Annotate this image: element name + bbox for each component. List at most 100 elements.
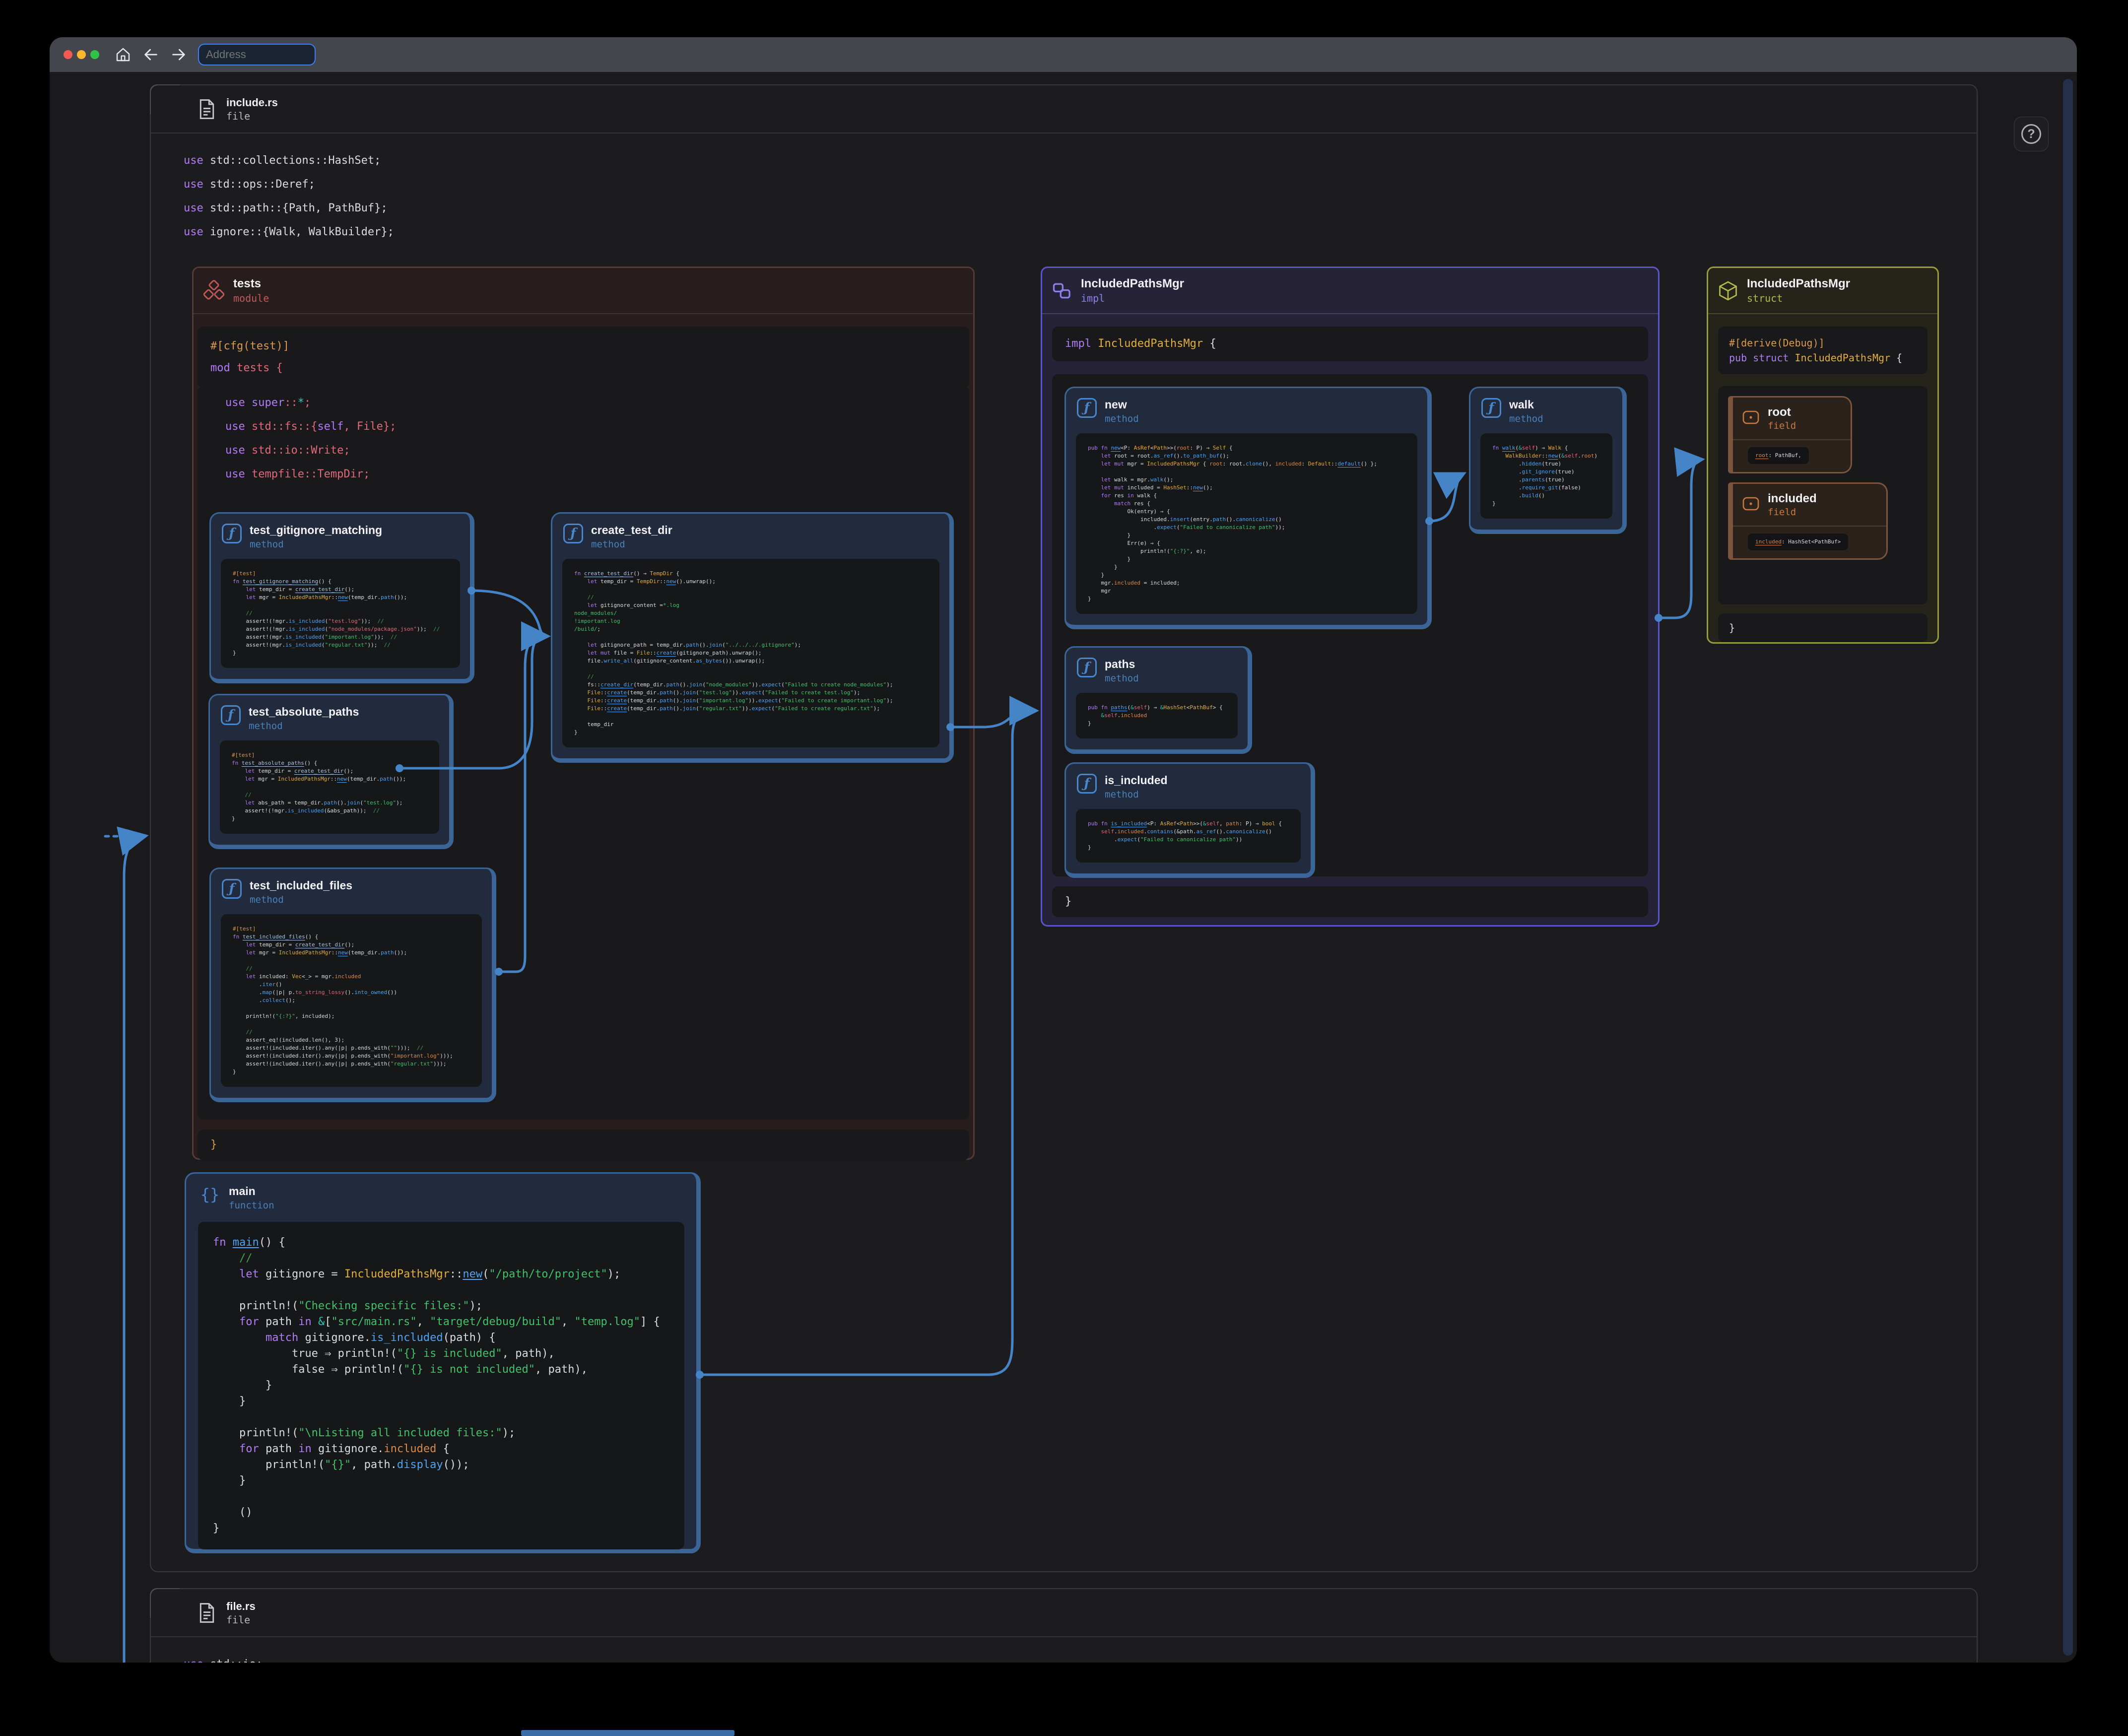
- forward-button[interactable]: [170, 46, 187, 63]
- method-node-test-gitignore-matching[interactable]: ƒ test_gitignore_matching method #[test]…: [209, 512, 474, 683]
- method-subtitle: method: [250, 894, 352, 905]
- bottom-edge-accent: [521, 1730, 734, 1736]
- struct-cube-icon: [1717, 280, 1739, 302]
- method-code: #[test]fn test_absolute_paths() { let te…: [220, 740, 439, 834]
- struct-header: IncludedPathsMgr struct: [1708, 268, 1937, 314]
- method-node-is-included[interactable]: ƒ is_included method pub fn is_included<…: [1064, 762, 1315, 878]
- module-subtitle: module: [233, 292, 269, 304]
- question-icon: ?: [2021, 124, 2041, 144]
- impl-node-includedpathsmgr[interactable]: IncludedPathsMgr impl impl IncludedPaths…: [1041, 267, 1660, 927]
- function-icon: ƒ: [1077, 774, 1097, 794]
- function-node-main[interactable]: {} main function fn main() { // let giti…: [185, 1172, 701, 1553]
- function-icon: ƒ: [222, 524, 242, 543]
- file-subtitle: file: [226, 1614, 256, 1626]
- method-title: create_test_dir: [591, 524, 672, 537]
- method-code: #[test]fn test_gitignore_matching() { le…: [221, 559, 460, 668]
- file-use-statements: use std::io;: [184, 1653, 263, 1663]
- close-window-button[interactable]: [64, 50, 72, 59]
- address-input[interactable]: [198, 44, 316, 66]
- method-title: new: [1105, 398, 1139, 411]
- module-header: tests module: [194, 268, 973, 314]
- method-code: pub fn new<P: AsRef<Path>>(root: P) → Se…: [1076, 433, 1417, 614]
- file-node-header: include.rs file: [151, 85, 1977, 134]
- method-title: paths: [1105, 658, 1139, 671]
- struct-node-includedpathsmgr[interactable]: IncludedPathsMgr struct #[derive(Debug)]…: [1707, 267, 1939, 644]
- back-button[interactable]: [142, 46, 159, 63]
- app-window: ? include.rs file use std::collections::…: [50, 37, 2077, 1663]
- field-icon: [1742, 496, 1760, 514]
- file-node-header: file.rs file: [151, 1589, 1977, 1637]
- method-subtitle: method: [591, 539, 672, 550]
- method-node-test-absolute-paths[interactable]: ƒ test_absolute_paths method #[test]fn t…: [208, 694, 454, 849]
- field-code-chip: included: HashSet<PathBuf>: [1748, 534, 1848, 550]
- method-node-create-test-dir[interactable]: ƒ create_test_dir method fn create_test_…: [551, 512, 954, 763]
- function-subtitle: function: [229, 1200, 274, 1211]
- file-title: file.rs: [226, 1600, 256, 1613]
- minimize-window-button[interactable]: [77, 50, 86, 59]
- file-title: include.rs: [226, 96, 278, 109]
- field-title: root: [1768, 405, 1796, 419]
- file-node-include-rs[interactable]: include.rs file use std::collections::Ha…: [150, 84, 1978, 1572]
- method-node-test-included-files[interactable]: ƒ test_included_files method #[test]fn t…: [209, 868, 496, 1102]
- struct-close-code: }: [1718, 613, 1928, 642]
- method-code: pub fn is_included<P: AsRef<Path>>(&self…: [1076, 809, 1301, 863]
- impl-subtitle: impl: [1081, 292, 1184, 304]
- method-title: is_included: [1105, 774, 1168, 787]
- struct-subtitle: struct: [1747, 292, 1850, 304]
- zoom-window-button[interactable]: [90, 50, 99, 59]
- mod-close-code: }: [198, 1130, 969, 1160]
- browser-chrome: [50, 37, 2077, 72]
- field-code-chip: root: PathBuf,: [1748, 447, 1809, 464]
- field-node-included[interactable]: included field included: HashSet<PathBuf…: [1728, 482, 1888, 560]
- home-icon: [115, 47, 131, 63]
- screen: ? include.rs file use std::collections::…: [0, 0, 2128, 1736]
- impl-body: ƒ new method pub fn new<P: AsRef<Path>>(…: [1052, 374, 1648, 876]
- method-title: test_gitignore_matching: [250, 524, 382, 537]
- function-icon: ƒ: [221, 705, 241, 725]
- method-title: walk: [1509, 398, 1543, 411]
- field-icon: [1742, 410, 1760, 427]
- method-subtitle: method: [1105, 789, 1168, 800]
- home-button[interactable]: [115, 46, 132, 63]
- impl-close-code: }: [1052, 886, 1648, 917]
- module-node-tests[interactable]: tests module #[cfg(test)]mod tests { use…: [192, 267, 975, 1160]
- field-node-root[interactable]: root field root: PathBuf,: [1728, 396, 1852, 473]
- method-code: fn create_test_dir() → TempDir { let tem…: [562, 559, 939, 747]
- impl-title: IncludedPathsMgr: [1081, 277, 1184, 291]
- method-code: pub fn paths(&self) → &HashSet<PathBuf> …: [1076, 693, 1238, 738]
- forward-arrow-icon: [170, 46, 187, 63]
- function-icon: ƒ: [1481, 398, 1501, 418]
- struct-fields: root field root: PathBuf, included field: [1718, 386, 1928, 604]
- method-subtitle: method: [1105, 413, 1139, 424]
- file-icon: [199, 1602, 215, 1624]
- scrollbar[interactable]: [2063, 79, 2073, 1656]
- module-title: tests: [233, 277, 269, 291]
- impl-header: IncludedPathsMgr impl: [1042, 268, 1658, 314]
- file-use-statements: use std::collections::HashSet;use std::o…: [184, 149, 394, 244]
- function-icon: ƒ: [1077, 658, 1097, 677]
- method-code: fn walk(&self) → Walk { WalkBuilder::new…: [1480, 433, 1612, 519]
- braces-icon: {}: [199, 1185, 221, 1204]
- function-icon: ƒ: [563, 524, 583, 543]
- method-code: #[test]fn test_included_files() { let te…: [221, 914, 482, 1087]
- struct-open-code: #[derive(Debug)]pub struct IncludedPaths…: [1718, 327, 1928, 374]
- method-title: test_included_files: [250, 879, 352, 892]
- impl-open-code: impl IncludedPathsMgr {: [1052, 327, 1648, 361]
- module-icon: [202, 279, 225, 302]
- impl-icon: [1051, 280, 1073, 302]
- mod-use-statements: use super::*;use std::fs::{self, File};u…: [225, 391, 396, 486]
- method-node-walk[interactable]: ƒ walk method fn walk(&self) → Walk { Wa…: [1469, 387, 1627, 534]
- file-node-file-rs[interactable]: file.rs file use std::io;: [150, 1588, 1978, 1663]
- function-icon: ƒ: [1077, 398, 1097, 418]
- method-node-paths[interactable]: ƒ paths method pub fn paths(&self) → &Ha…: [1064, 646, 1252, 754]
- method-node-new[interactable]: ƒ new method pub fn new<P: AsRef<Path>>(…: [1064, 387, 1432, 629]
- function-icon: ƒ: [222, 879, 242, 899]
- field-title: included: [1768, 492, 1817, 506]
- file-subtitle: file: [226, 110, 278, 122]
- struct-title: IncludedPathsMgr: [1747, 277, 1850, 291]
- function-code: fn main() { // let gitignore = IncludedP…: [198, 1222, 684, 1549]
- method-subtitle: method: [1509, 413, 1543, 424]
- help-button[interactable]: ?: [2014, 117, 2049, 151]
- field-subtitle: field: [1768, 507, 1817, 518]
- mod-open-code: #[cfg(test)]mod tests {: [198, 327, 969, 388]
